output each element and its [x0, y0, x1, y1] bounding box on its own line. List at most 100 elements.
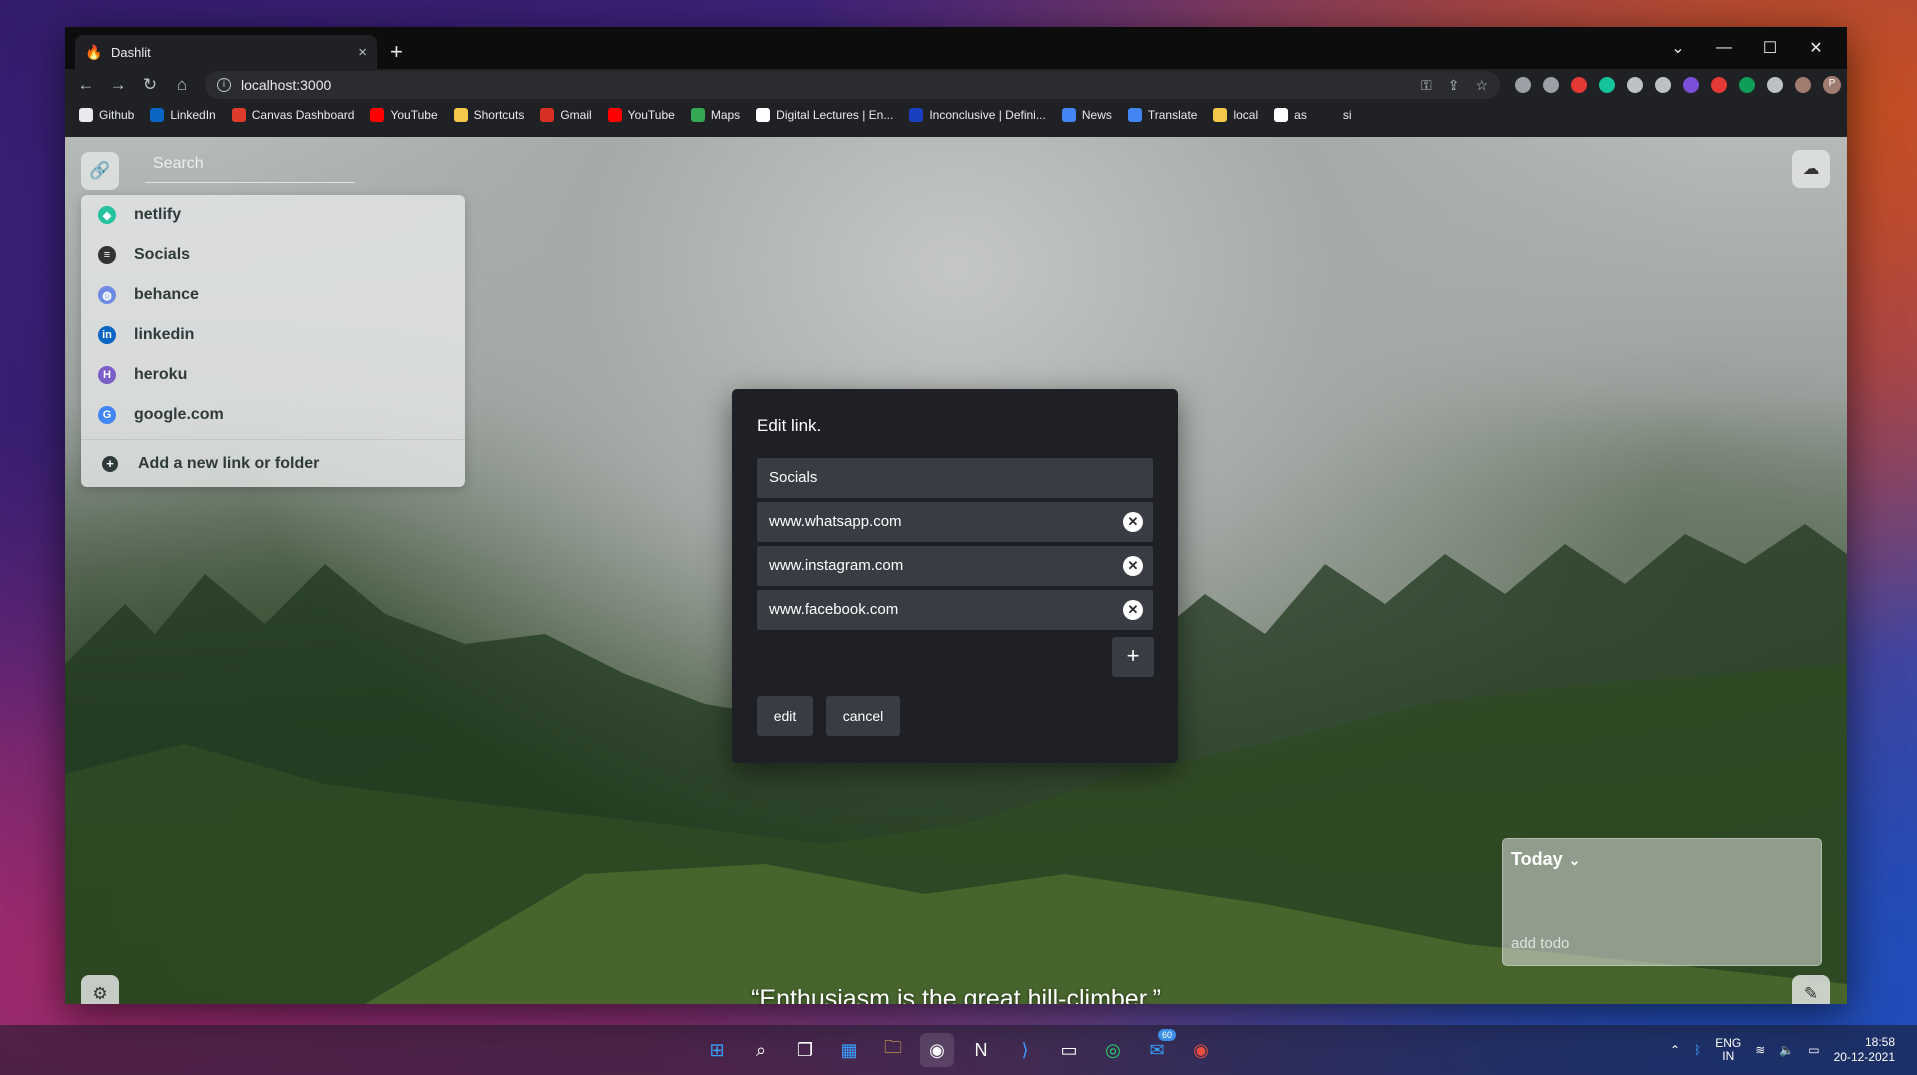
extension-icon[interactable]: [1767, 77, 1783, 93]
bookmark-label: Shortcuts: [473, 108, 525, 122]
link-label: linkedin: [134, 326, 195, 343]
browser-tab[interactable]: 🔥 Dashlit ×: [75, 35, 377, 69]
search-icon[interactable]: ⌕: [744, 1033, 778, 1067]
widgets-icon[interactable]: ▦: [832, 1033, 866, 1067]
mail-badge: 60: [1157, 1029, 1176, 1041]
link-item[interactable]: ≡ Socials: [81, 235, 465, 275]
battery-icon[interactable]: ▭: [1808, 1043, 1819, 1057]
key-icon[interactable]: ⚿: [1421, 77, 1432, 94]
bookmark-item[interactable]: Shortcuts: [453, 108, 525, 122]
extension-icon[interactable]: [1711, 77, 1727, 93]
extension-icon[interactable]: [1627, 77, 1643, 93]
bookmark-favicon-icon: [690, 108, 705, 122]
bookmark-item[interactable]: YouTube: [607, 108, 675, 122]
reload-icon[interactable]: ↻: [138, 73, 162, 97]
extension-icon[interactable]: [1655, 77, 1671, 93]
link-toggle-button[interactable]: 🔗: [81, 152, 119, 190]
forward-arrow-icon[interactable]: →: [106, 73, 130, 97]
volume-icon[interactable]: 🔈: [1779, 1043, 1794, 1057]
whatsapp-icon[interactable]: ◎: [1096, 1033, 1130, 1067]
bookmark-favicon-icon: [540, 108, 555, 122]
bookmark-star-icon[interactable]: ☆: [1475, 77, 1488, 94]
bookmark-item[interactable]: Canvas Dashboard: [231, 108, 354, 122]
home-icon[interactable]: ⌂: [170, 73, 194, 97]
minimize-button[interactable]: —: [1701, 27, 1747, 69]
search-input[interactable]: Search: [145, 145, 355, 183]
bookmark-item[interactable]: Github: [79, 108, 134, 122]
cloud-sync-button[interactable]: ☁: [1792, 150, 1830, 188]
add-todo-input[interactable]: add todo: [1511, 935, 1569, 952]
bookmark-label: Gmail: [560, 108, 592, 122]
extension-icon[interactable]: [1515, 77, 1531, 93]
extension-icon[interactable]: [1683, 77, 1699, 93]
wifi-icon[interactable]: ≋: [1755, 1043, 1765, 1057]
bookmark-item[interactable]: Translate: [1127, 108, 1197, 122]
extension-icon[interactable]: [1599, 77, 1615, 93]
bookmark-item[interactable]: Gmail: [540, 108, 592, 122]
new-tab-button[interactable]: +: [390, 35, 403, 69]
bookmark-item[interactable]: YouTube: [370, 108, 438, 122]
bookmark-item[interactable]: Maps: [690, 108, 741, 122]
terminal-icon[interactable]: ▭: [1052, 1033, 1086, 1067]
link-name-input[interactable]: Socials: [757, 458, 1153, 498]
tab-close-icon[interactable]: ×: [358, 44, 367, 61]
tab-search-dropdown-icon[interactable]: ⌄: [1655, 27, 1701, 69]
back-arrow-icon[interactable]: ←: [74, 73, 98, 97]
url-input[interactable]: www.whatsapp.com ✕: [757, 502, 1153, 542]
bookmark-item[interactable]: as: [1274, 108, 1307, 122]
link-label: heroku: [134, 366, 188, 383]
notion-icon[interactable]: N: [964, 1033, 998, 1067]
extension-icon[interactable]: [1571, 77, 1587, 93]
vscode-icon[interactable]: ⟩: [1008, 1033, 1042, 1067]
windows-start-icon[interactable]: ⊞: [700, 1033, 734, 1067]
extension-icon[interactable]: [1739, 77, 1755, 93]
link-item[interactable]: Ggoogle.com: [81, 395, 465, 435]
bookmark-item[interactable]: local: [1213, 108, 1258, 122]
bookmark-item[interactable]: Digital Lectures | En...: [756, 108, 893, 122]
url-input[interactable]: www.instagram.com ✕: [757, 546, 1153, 586]
address-bar[interactable]: i localhost:3000 ⚿ ⇪ ☆: [205, 71, 1500, 99]
bookmark-label: Maps: [710, 108, 741, 122]
bookmark-item[interactable]: si: [1322, 108, 1352, 122]
bluetooth-icon[interactable]: ᛒ: [1694, 1043, 1701, 1057]
remove-url-icon[interactable]: ✕: [1123, 600, 1143, 620]
globe-icon: ◍: [98, 286, 116, 304]
chrome-icon[interactable]: ◉: [1184, 1033, 1218, 1067]
bookmark-item[interactable]: Inconclusive | Defini...: [909, 108, 1046, 122]
extension-icon[interactable]: [1795, 77, 1811, 93]
modal-title: Edit link.: [757, 416, 822, 435]
bookmark-item[interactable]: News: [1061, 108, 1112, 122]
task-view-icon[interactable]: ❐: [788, 1033, 822, 1067]
remove-url-icon[interactable]: ✕: [1123, 556, 1143, 576]
file-explorer-icon[interactable]: 🗀: [876, 1033, 910, 1067]
close-window-button[interactable]: ✕: [1793, 27, 1839, 69]
cancel-button[interactable]: cancel: [826, 696, 900, 736]
taskbar-date: 20-12-2021: [1833, 1050, 1895, 1064]
clock-date[interactable]: 18:58 20-12-2021: [1834, 1035, 1895, 1065]
links-list: ◆ netlify ≡ Socials ◍ behance in linkedin Hherok…: [81, 195, 465, 435]
url-value: www.whatsapp.com: [769, 513, 902, 530]
maximize-button[interactable]: ☐: [1747, 27, 1793, 69]
share-icon[interactable]: ⇪: [1448, 77, 1460, 94]
link-item[interactable]: ◆ netlify: [81, 195, 465, 235]
mail-icon[interactable]: ✉ 60: [1140, 1029, 1176, 1067]
edit-button[interactable]: edit: [757, 696, 813, 736]
remove-url-icon[interactable]: ✕: [1123, 512, 1143, 532]
add-url-button[interactable]: +: [1112, 637, 1154, 677]
language-indicator[interactable]: ENG IN: [1715, 1037, 1741, 1063]
profile-avatar[interactable]: P: [1823, 76, 1841, 94]
url-input[interactable]: www.facebook.com ✕: [757, 590, 1153, 630]
link-item[interactable]: in linkedin: [81, 315, 465, 355]
bookmarks-bar: Github LinkedIn Canvas Dashboard YouTube Sho…: [65, 101, 1847, 129]
todo-header[interactable]: Today ⌄: [1511, 849, 1580, 870]
site-info-icon[interactable]: i: [217, 78, 231, 92]
link-item[interactable]: ◍ behance: [81, 275, 465, 315]
bookmark-favicon-icon: [1274, 108, 1289, 122]
chrome-profile-icon[interactable]: ◉: [920, 1033, 954, 1067]
bookmark-label: YouTube: [627, 108, 675, 122]
bookmark-item[interactable]: LinkedIn: [150, 108, 216, 122]
extension-icon[interactable]: [1543, 77, 1559, 93]
bookmark-favicon-icon: [453, 108, 468, 122]
chevron-up-icon[interactable]: ⌃: [1670, 1043, 1680, 1057]
link-item[interactable]: Hheroku: [81, 355, 465, 395]
